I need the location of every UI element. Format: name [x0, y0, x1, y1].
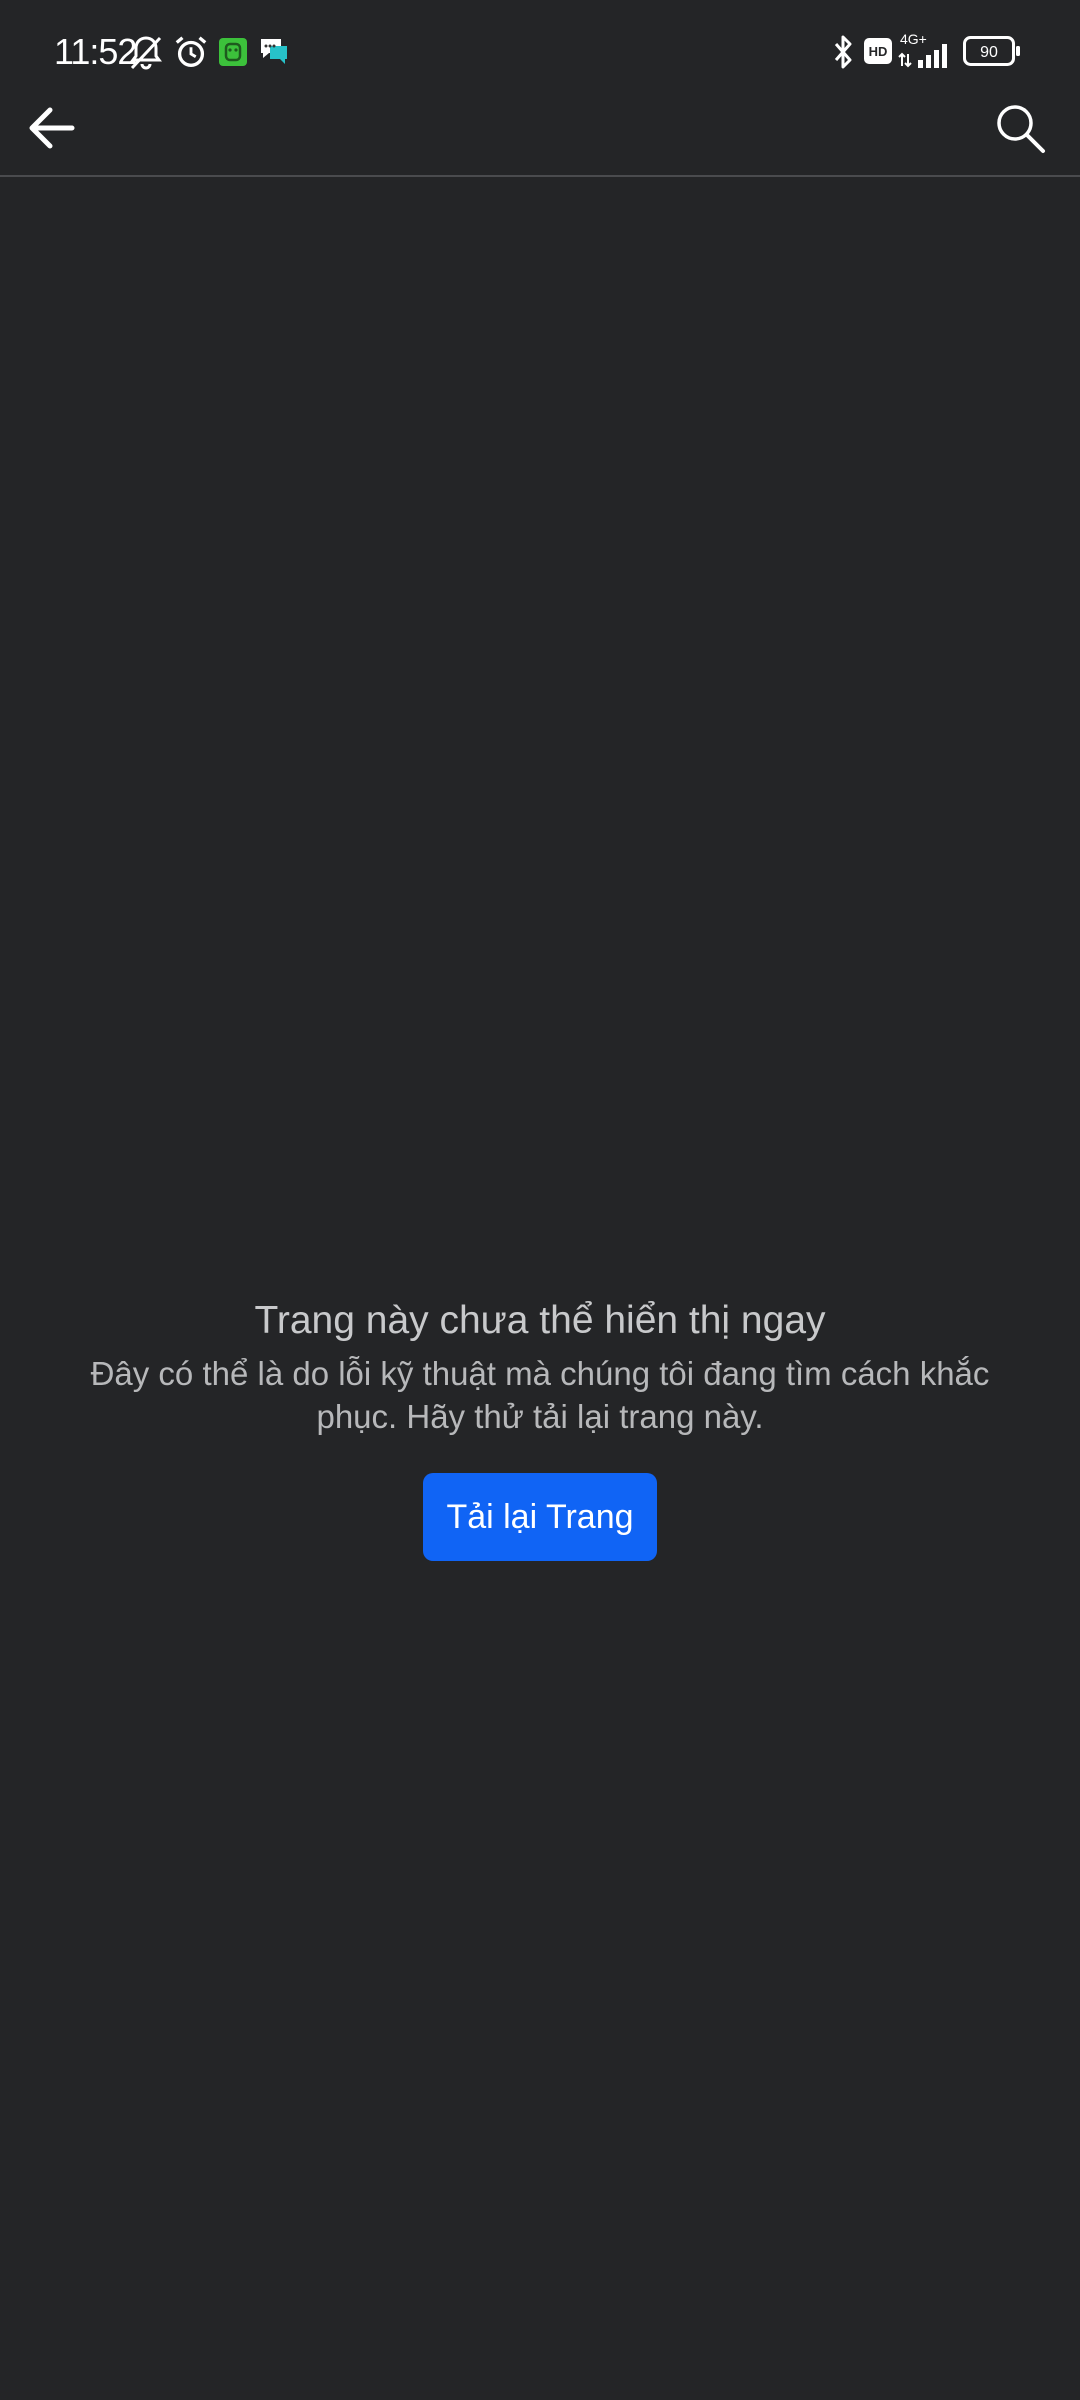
chat-notification-icon — [261, 39, 287, 64]
search-button[interactable] — [992, 100, 1048, 156]
hd-voice-icon: HD — [864, 38, 892, 64]
alarm-icon — [175, 36, 207, 67]
muted-bell-icon — [130, 36, 162, 70]
green-app-notification-icon — [219, 38, 247, 66]
arrow-left-icon — [29, 107, 75, 149]
hd-label: HD — [869, 44, 888, 59]
error-description: Đây có thể là do lỗi kỹ thuật mà chúng t… — [90, 1355, 990, 1435]
reload-page-button[interactable]: Tải lại Trang — [423, 1473, 657, 1561]
signal-icon: 4G+ — [898, 31, 947, 68]
bluetooth-icon — [834, 35, 852, 69]
app-bar — [0, 100, 1080, 175]
back-button[interactable] — [24, 100, 80, 156]
app-bar-divider — [0, 175, 1080, 177]
screen: 11:52 HD 4G+ 90 Trang này chưa thể hiển … — [0, 0, 1080, 2400]
battery-level: 90 — [980, 44, 998, 61]
network-type-label: 4G+ — [900, 31, 927, 47]
error-title: Trang này chưa thể hiển thị ngay — [254, 1299, 826, 1342]
search-icon — [997, 105, 1045, 153]
status-time: 11:52 — [54, 31, 137, 72]
battery-icon: 90 — [963, 36, 1020, 66]
status-bar: 11:52 HD 4G+ 90 — [0, 0, 1080, 100]
